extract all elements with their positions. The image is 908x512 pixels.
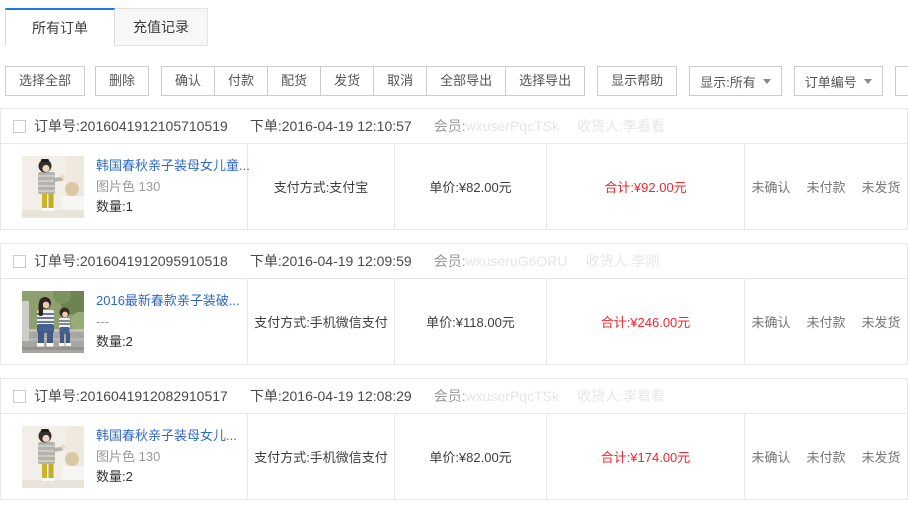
- order-no-label: 订单号:: [34, 386, 80, 406]
- cancel-button[interactable]: 取消: [373, 66, 427, 96]
- product-cell: 韩国春秋亲子装母女儿... 图片色 130 数量:2: [1, 414, 248, 499]
- order-body: 韩国春秋亲子装母女儿... 图片色 130 数量:2 支付方式:手机微信支付 单…: [1, 413, 907, 499]
- member-id: wxuserPqcTSk: [466, 388, 559, 404]
- product-cell: 韩国春秋亲子装母女儿童... 图片色 130 数量:1: [1, 144, 248, 229]
- toolbar-right: 显示:所有 订单编号: [677, 66, 908, 96]
- product-variant: ---: [96, 314, 237, 330]
- pay-button[interactable]: 付款: [214, 66, 268, 96]
- status-unconfirmed: 未确认: [751, 447, 790, 466]
- unit-price: 单价:¥82.00元: [395, 144, 547, 229]
- product-variant: 图片色 130: [96, 179, 237, 195]
- order-no: 2016041912082910517: [80, 388, 228, 404]
- status-unpaid: 未付款: [806, 312, 845, 331]
- search-field-dropdown[interactable]: 订单编号: [794, 66, 883, 96]
- show-filter-label: 显示:所有: [700, 72, 756, 91]
- caret-down-icon: [763, 79, 771, 84]
- receiver: 收货人:李刚: [586, 253, 660, 269]
- receiver: 收货人:李看看: [577, 388, 665, 404]
- product-title-link[interactable]: 2016最新春款亲子装破...: [96, 293, 237, 309]
- order-list: 订单号:2016041912105710519 下单:2016-04-19 12…: [0, 108, 908, 500]
- delete-button[interactable]: 删除: [95, 66, 149, 96]
- order-checkbox[interactable]: [13, 120, 26, 133]
- order-body: 韩国春秋亲子装母女儿童... 图片色 130 数量:1 支付方式:支付宝 单价:…: [1, 143, 907, 229]
- order-body: 2016最新春款亲子装破... --- 数量:2 支付方式:手机微信支付 单价:…: [1, 278, 907, 364]
- placed-time: 2016-04-19 12:09:59: [282, 253, 412, 269]
- product-title-link[interactable]: 韩国春秋亲子装母女儿童...: [96, 158, 237, 174]
- order-card: 订单号:2016041912105710519 下单:2016-04-19 12…: [0, 108, 908, 230]
- product-title-link[interactable]: 韩国春秋亲子装母女儿...: [96, 428, 237, 444]
- status-unshipped: 未发货: [862, 177, 901, 196]
- product-image[interactable]: [22, 426, 84, 488]
- member-label: 会员:: [434, 253, 466, 269]
- order-total: 合计:¥174.00元: [547, 414, 745, 499]
- payment-method: 支付方式:手机微信支付: [248, 279, 395, 364]
- unit-price: 单价:¥82.00元: [395, 414, 547, 499]
- unit-price: 单价:¥118.00元: [395, 279, 547, 364]
- ship-button[interactable]: 发货: [320, 66, 374, 96]
- select-all-button[interactable]: 选择全部: [5, 66, 85, 96]
- member-label: 会员:: [434, 118, 466, 134]
- order-checkbox[interactable]: [13, 255, 26, 268]
- qty-label: 数量:: [96, 199, 126, 214]
- order-no: 2016041912095910518: [80, 253, 228, 269]
- status-unpaid: 未付款: [806, 177, 845, 196]
- qty-label: 数量:: [96, 334, 126, 349]
- order-no-label: 订单号:: [34, 251, 80, 271]
- search-input[interactable]: [895, 66, 908, 96]
- placed-label: 下单:: [250, 118, 282, 134]
- status-unshipped: 未发货: [862, 447, 901, 466]
- status-unpaid: 未付款: [806, 447, 845, 466]
- show-help-button[interactable]: 显示帮助: [597, 66, 677, 96]
- order-card: 订单号:2016041912095910518 下单:2016-04-19 12…: [0, 243, 908, 365]
- qty-value: 1: [126, 199, 133, 214]
- placed-time: 2016-04-19 12:08:29: [282, 388, 412, 404]
- caret-down-icon: [864, 79, 872, 84]
- tab-bar: 所有订单 充值记录: [0, 8, 908, 46]
- status-cell: 未确认 未付款 未发货: [745, 144, 907, 229]
- product-cell: 2016最新春款亲子装破... --- 数量:2: [1, 279, 248, 364]
- order-actions-group: 确认 付款 配货 发货 取消 全部导出 选择导出: [161, 66, 585, 96]
- product-image[interactable]: [22, 156, 84, 218]
- order-header: 订单号:2016041912082910517 下单:2016-04-19 12…: [1, 379, 907, 413]
- toolbar: 选择全部 删除 确认 付款 配货 发货 取消 全部导出 选择导出 显示帮助 显示…: [0, 66, 908, 96]
- qty-label: 数量:: [96, 469, 126, 484]
- receiver: 收货人:李看看: [577, 118, 665, 134]
- product-image[interactable]: [22, 291, 84, 353]
- order-header: 订单号:2016041912095910518 下单:2016-04-19 12…: [1, 244, 907, 278]
- order-total: 合计:¥246.00元: [547, 279, 745, 364]
- status-cell: 未确认 未付款 未发货: [745, 414, 907, 499]
- qty-value: 2: [126, 469, 133, 484]
- allocate-button[interactable]: 配货: [267, 66, 321, 96]
- qty-value: 2: [126, 334, 133, 349]
- order-card: 订单号:2016041912082910517 下单:2016-04-19 12…: [0, 378, 908, 500]
- status-unconfirmed: 未确认: [751, 177, 790, 196]
- member-id: wxuserPqcTSk: [466, 118, 559, 134]
- order-no-label: 订单号:: [34, 116, 80, 136]
- placed-label: 下单:: [250, 388, 282, 404]
- product-variant: 图片色 130: [96, 449, 237, 465]
- export-all-button[interactable]: 全部导出: [426, 66, 506, 96]
- payment-method: 支付方式:支付宝: [248, 144, 395, 229]
- status-cell: 未确认 未付款 未发货: [745, 279, 907, 364]
- order-total: 合计:¥92.00元: [547, 144, 745, 229]
- payment-method: 支付方式:手机微信支付: [248, 414, 395, 499]
- member-id: wxuseruG6ORU: [466, 253, 568, 269]
- status-unconfirmed: 未确认: [751, 312, 790, 331]
- order-no: 2016041912105710519: [80, 118, 228, 134]
- placed-label: 下单:: [250, 253, 282, 269]
- show-filter-dropdown[interactable]: 显示:所有: [689, 66, 782, 96]
- status-unshipped: 未发货: [862, 312, 901, 331]
- order-checkbox[interactable]: [13, 390, 26, 403]
- tab-recharge-records[interactable]: 充值记录: [115, 8, 208, 46]
- export-selected-button[interactable]: 选择导出: [505, 66, 585, 96]
- confirm-button[interactable]: 确认: [161, 66, 215, 96]
- tab-all-orders[interactable]: 所有订单: [5, 8, 115, 46]
- member-label: 会员:: [434, 388, 466, 404]
- placed-time: 2016-04-19 12:10:57: [282, 118, 412, 134]
- order-header: 订单号:2016041912105710519 下单:2016-04-19 12…: [1, 109, 907, 143]
- search-field-label: 订单编号: [805, 72, 857, 91]
